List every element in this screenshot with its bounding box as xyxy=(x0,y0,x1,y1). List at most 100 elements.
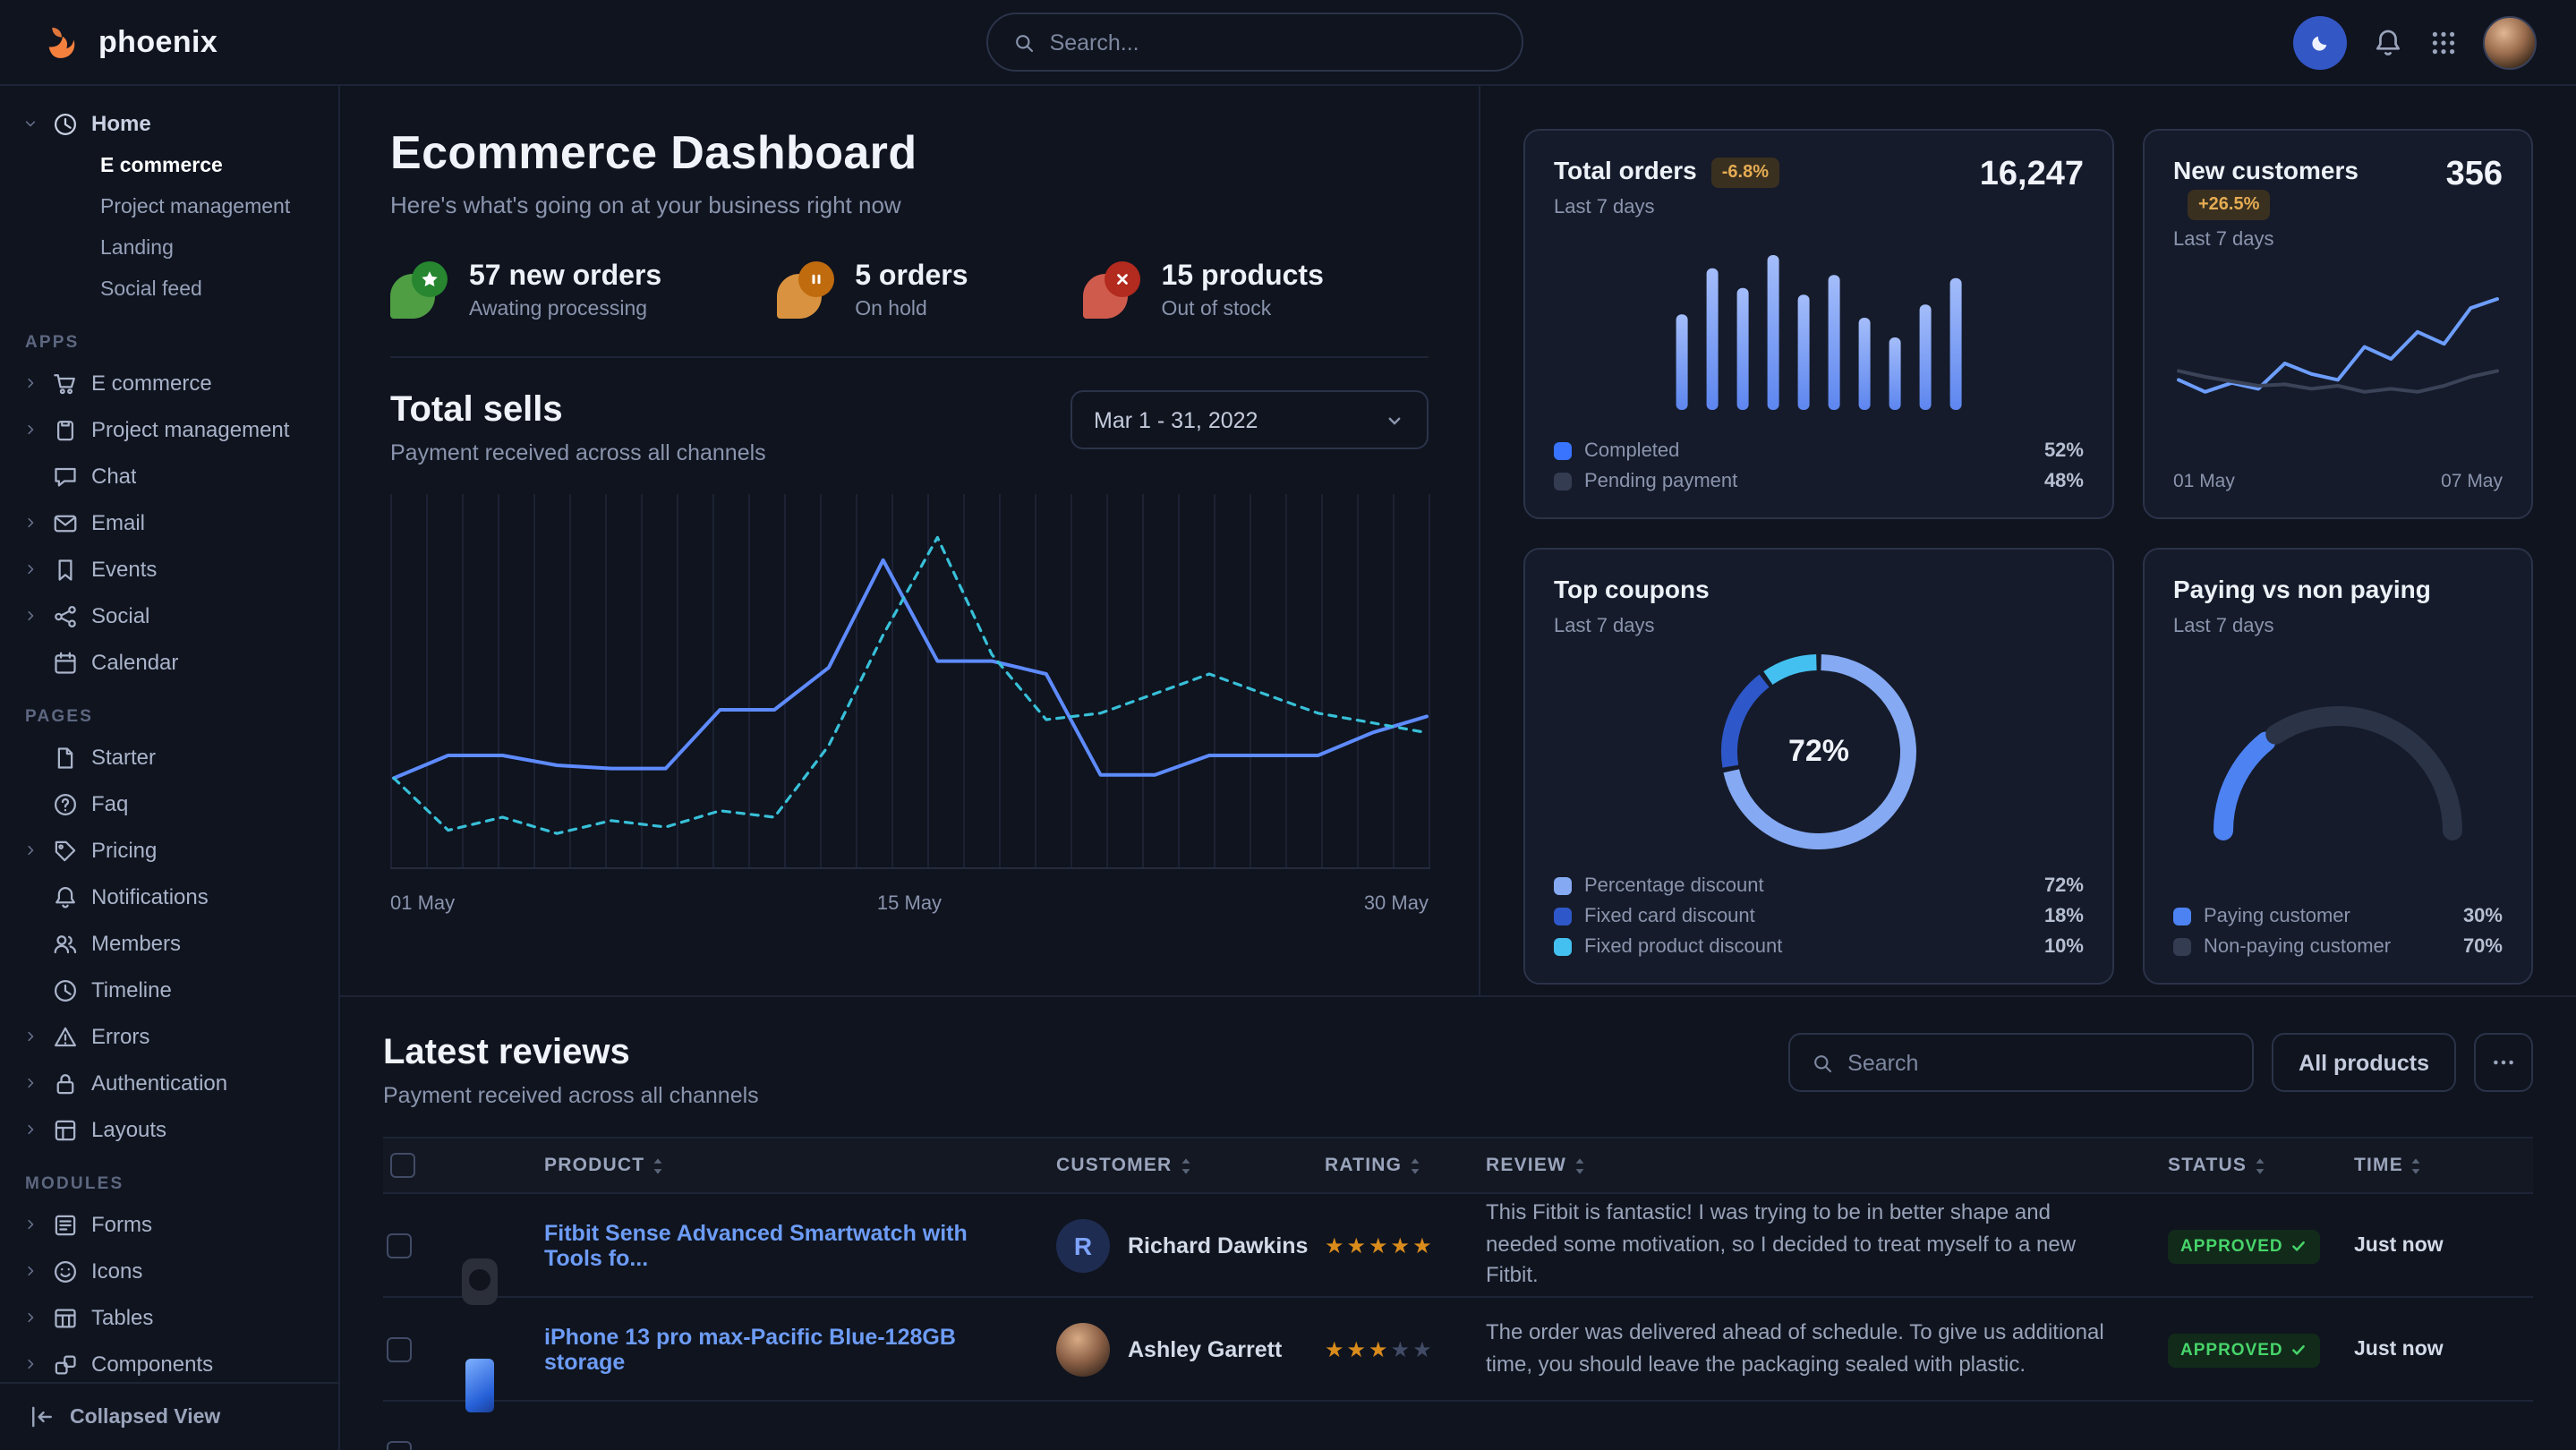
rating-stars: ★★★★★ xyxy=(1325,1232,1435,1258)
sidebar-item-e-commerce[interactable]: E commerce xyxy=(0,147,338,188)
trend-badge: -6.8% xyxy=(1711,158,1779,188)
legend-swatch xyxy=(2173,938,2191,956)
column-header-time[interactable]: TIME xyxy=(2354,1155,2533,1176)
total-orders-card: Total orders-6.8% Last 7 days 16,247 Com… xyxy=(1523,129,2114,519)
sort-icon xyxy=(1409,1156,1421,1175)
card-title: Total orders xyxy=(1554,156,1697,184)
caret-right-icon xyxy=(21,841,39,859)
row-checkbox[interactable] xyxy=(387,1440,412,1450)
axis-label-start: 01 May xyxy=(2173,471,2235,492)
select-all-checkbox[interactable] xyxy=(390,1153,415,1178)
column-header-product[interactable]: PRODUCT xyxy=(544,1155,1056,1176)
search-input[interactable] xyxy=(1050,30,1497,55)
new-customers-value: 356 xyxy=(2446,156,2503,195)
star-status-icon xyxy=(390,261,448,319)
date-range-select[interactable]: Mar 1 - 31, 2022 xyxy=(1070,390,1429,449)
all-products-button[interactable]: All products xyxy=(2272,1033,2456,1092)
column-header-rating[interactable]: RATING xyxy=(1325,1155,1486,1176)
reviews-search-input[interactable] xyxy=(1847,1050,2231,1075)
notifications-button[interactable] xyxy=(2372,26,2404,58)
stat-value: 5 orders xyxy=(855,261,968,294)
column-header-review[interactable]: REVIEW xyxy=(1486,1155,2168,1176)
sidebar-item-layouts[interactable]: Layouts xyxy=(0,1106,338,1153)
search-icon xyxy=(1014,31,1036,53)
top-coupons-card: Top coupons Last 7 days 72% xyxy=(1523,548,2114,985)
sidebar-item-authentication[interactable]: Authentication xyxy=(0,1060,338,1106)
sidebar-section-title: APPS xyxy=(25,333,338,353)
sidebar-item-members[interactable]: Members xyxy=(0,920,338,967)
sidebar: HomeE commerceProject managementLandingS… xyxy=(0,86,340,1450)
sidebar-item-faq[interactable]: Faq xyxy=(0,780,338,827)
caret-right-icon xyxy=(21,421,39,439)
chat-icon xyxy=(52,463,79,490)
sidebar-item-social[interactable]: Social xyxy=(0,593,338,639)
puzzle-icon xyxy=(52,1351,79,1378)
reviews-title: Latest reviews xyxy=(383,1033,759,1074)
sidebar-item-icons[interactable]: Icons xyxy=(0,1248,338,1294)
review-time: Just now xyxy=(2354,1234,2533,1256)
bell-icon xyxy=(52,883,79,910)
review-time: Just now xyxy=(2354,1338,2533,1360)
sidebar-item-pricing[interactable]: Pricing xyxy=(0,827,338,874)
caret-right-icon xyxy=(21,514,39,532)
sidebar-item-events[interactable]: Events xyxy=(0,546,338,593)
sidebar-item-e-commerce[interactable]: E commerce xyxy=(0,360,338,406)
collapsed-view-toggle[interactable]: Collapsed View xyxy=(0,1382,338,1450)
column-header-customer[interactable]: CUSTOMER xyxy=(1056,1155,1325,1176)
sidebar-item-timeline[interactable]: Timeline xyxy=(0,967,338,1013)
sidebar-item-calendar[interactable]: Calendar xyxy=(0,639,338,686)
sidebar-item-home[interactable]: Home xyxy=(0,100,338,147)
column-header-status[interactable]: STATUS xyxy=(2168,1155,2354,1176)
sidebar-item-starter[interactable]: Starter xyxy=(0,734,338,780)
sidebar-item-chat[interactable]: Chat xyxy=(0,453,338,499)
legend-swatch xyxy=(1554,908,1572,925)
total-orders-legend: Completed 52% Pending payment 48% xyxy=(1554,440,2084,492)
sidebar-item-errors[interactable]: Errors xyxy=(0,1013,338,1060)
apps-grid-button[interactable] xyxy=(2429,28,2458,56)
grid-icon xyxy=(2429,28,2458,56)
legend-item: Paying customer 30% xyxy=(2173,906,2503,927)
user-avatar[interactable] xyxy=(2483,15,2537,69)
moon-icon xyxy=(2309,31,2331,53)
reviews-table-header: PRODUCTCUSTOMERRATINGREVIEWSTATUSTIME xyxy=(383,1137,2533,1194)
global-search[interactable] xyxy=(987,13,1524,72)
stat-label: Out of stock xyxy=(1162,299,1324,320)
card-period: Last 7 days xyxy=(2173,229,2446,251)
bell-icon xyxy=(2372,26,2404,58)
tag-icon xyxy=(52,837,79,864)
users-icon xyxy=(52,930,79,957)
row-checkbox[interactable] xyxy=(387,1336,412,1361)
theme-toggle-button[interactable] xyxy=(2293,15,2347,69)
latest-reviews-section: Latest reviews Payment received across a… xyxy=(340,997,2576,1450)
sidebar-item-project-management[interactable]: Project management xyxy=(0,406,338,453)
brand[interactable]: phoenix xyxy=(39,20,218,64)
sidebar-item-tables[interactable]: Tables xyxy=(0,1294,338,1341)
phoenix-logo xyxy=(39,20,84,64)
sidebar-item-social-feed[interactable]: Social feed xyxy=(0,270,338,311)
sidebar-item-project-management[interactable]: Project management xyxy=(0,188,338,229)
total-orders-chart xyxy=(1554,218,2084,430)
sidebar-section-title: MODULES xyxy=(25,1174,338,1194)
row-checkbox[interactable] xyxy=(387,1232,412,1258)
caret-right-icon xyxy=(21,607,39,625)
sidebar-item-landing[interactable]: Landing xyxy=(0,229,338,270)
sidebar-item-components[interactable]: Components xyxy=(0,1341,338,1382)
more-options-button[interactable] xyxy=(2474,1033,2533,1092)
legend-swatch xyxy=(2173,908,2191,925)
product-link[interactable]: Fitbit Sense Advanced Smartwatch with To… xyxy=(544,1220,1056,1270)
caret-right-icon xyxy=(21,1262,39,1280)
total-sells-x-axis: 01 May15 May30 May xyxy=(390,893,1429,915)
sidebar-item-notifications[interactable]: Notifications xyxy=(0,874,338,920)
caret-right-icon xyxy=(21,1074,39,1092)
reviews-search[interactable] xyxy=(1788,1033,2254,1092)
table-row: iPhone 13 pro max-Pacific Blue-128GB sto… xyxy=(383,1298,2533,1402)
ellipsis-icon xyxy=(2490,1049,2517,1076)
sidebar-item-forms[interactable]: Forms xyxy=(0,1201,338,1248)
sort-icon xyxy=(2410,1156,2423,1175)
reviews-table-body: Fitbit Sense Advanced Smartwatch with To… xyxy=(383,1194,2533,1450)
review-text: The order was delivered ahead of schedul… xyxy=(1486,1318,2168,1380)
caret-right-icon xyxy=(21,1121,39,1139)
sidebar-item-email[interactable]: Email xyxy=(0,499,338,546)
product-link[interactable]: iPhone 13 pro max-Pacific Blue-128GB sto… xyxy=(544,1324,1056,1374)
legend-swatch xyxy=(1554,473,1572,490)
